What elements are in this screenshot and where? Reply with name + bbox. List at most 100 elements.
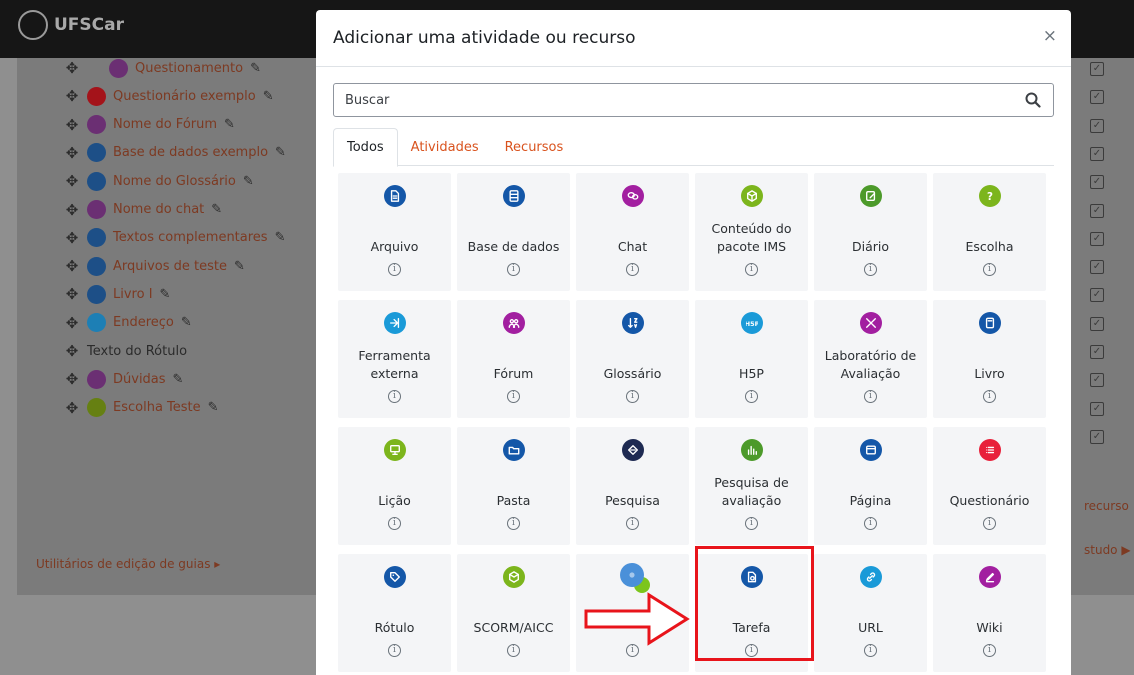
info-icon[interactable]: i	[507, 263, 520, 276]
activity-card-forum[interactable]: Fórum i	[457, 300, 570, 418]
course-item-label[interactable]: Endereço	[113, 315, 174, 330]
completion-checkbox[interactable]: ✓	[1090, 316, 1104, 331]
activity-card-questionario[interactable]: Questionário i	[933, 427, 1046, 545]
activity-card-ferramenta-externa[interactable]: Ferramenta externa i	[338, 300, 451, 418]
info-icon[interactable]: i	[983, 390, 996, 403]
move-icon[interactable]: ✥	[64, 399, 80, 417]
course-item[interactable]: ✥ Livro I ✎	[64, 282, 170, 306]
activity-card-rotulo[interactable]: Rótulo i	[338, 554, 451, 672]
guide-utilities-link[interactable]: Utilitários de edição de guias ▸	[36, 557, 220, 571]
completion-checkbox[interactable]: ✓	[1090, 203, 1104, 218]
info-icon[interactable]: i	[983, 644, 996, 657]
edit-pencil-icon[interactable]: ✎	[275, 145, 286, 160]
edit-pencil-icon[interactable]: ✎	[224, 117, 235, 132]
search-input[interactable]: Buscar	[333, 83, 1054, 117]
activity-card-laboratorio-de-avaliacao[interactable]: Laboratório de Avaliação i	[814, 300, 927, 418]
activity-card-pagina[interactable]: Página i	[814, 427, 927, 545]
activity-card-livro[interactable]: Livro i	[933, 300, 1046, 418]
edit-pencil-icon[interactable]: ✎	[211, 202, 222, 217]
course-item-label[interactable]: Nome do chat	[113, 202, 204, 217]
info-icon[interactable]: i	[626, 517, 639, 530]
info-icon[interactable]: i	[745, 517, 758, 530]
course-item-label[interactable]: Arquivos de teste	[113, 259, 227, 274]
activity-card-diario[interactable]: Diário i	[814, 173, 927, 291]
activity-card-escolha[interactable]: ? Escolha i	[933, 173, 1046, 291]
info-icon[interactable]: i	[745, 263, 758, 276]
completion-checkbox[interactable]: ✓	[1090, 90, 1104, 105]
info-icon[interactable]: i	[864, 517, 877, 530]
move-icon[interactable]: ✥	[64, 285, 80, 303]
info-icon[interactable]: i	[507, 517, 520, 530]
course-item[interactable]: ✥ Questionamento ✎	[64, 56, 261, 80]
info-icon[interactable]: i	[983, 517, 996, 530]
completion-checkbox[interactable]: ✓	[1090, 373, 1104, 388]
completion-checkbox[interactable]: ✓	[1090, 175, 1104, 190]
completion-checkbox[interactable]: ✓	[1090, 345, 1104, 359]
course-item-label[interactable]: Textos complementares	[113, 230, 268, 245]
edit-pencil-icon[interactable]: ✎	[243, 174, 254, 189]
course-item-label[interactable]: Questionário exemplo	[113, 89, 256, 104]
course-item[interactable]: ✥ Endereço ✎	[64, 311, 192, 335]
move-icon[interactable]: ✥	[64, 59, 80, 77]
study-link[interactable]: studo ▶	[1084, 543, 1131, 557]
activity-card-conteudo-do-pacote-ims[interactable]: Conteúdo do pacote IMS i	[695, 173, 808, 291]
course-item-label[interactable]: Base de dados exemplo	[113, 145, 268, 160]
course-item-label[interactable]: Livro I	[113, 287, 153, 302]
edit-pencil-icon[interactable]: ✎	[250, 61, 261, 76]
move-icon[interactable]: ✥	[64, 342, 80, 360]
course-item[interactable]: ✥ Arquivos de teste ✎	[64, 254, 245, 278]
edit-pencil-icon[interactable]: ✎	[173, 372, 184, 387]
activity-card-h5p[interactable]: H5P H5P i	[695, 300, 808, 418]
move-icon[interactable]: ✥	[64, 314, 80, 332]
completion-checkbox[interactable]: ✓	[1090, 146, 1104, 161]
course-item[interactable]: ✥ Base de dados exemplo ✎	[64, 141, 286, 165]
activity-card-base-de-dados[interactable]: Base de dados i	[457, 173, 570, 291]
activity-card-url[interactable]: URL i	[814, 554, 927, 672]
move-icon[interactable]: ✥	[64, 116, 80, 134]
completion-checkbox[interactable]: ✓	[1090, 62, 1104, 76]
activity-card-glossario[interactable]: Glossário i	[576, 300, 689, 418]
course-item[interactable]: ✥ Nome do Glossário ✎	[64, 169, 254, 193]
course-item[interactable]: ✥ Escolha Teste ✎	[64, 396, 219, 420]
completion-checkbox[interactable]: ✓	[1090, 118, 1104, 133]
tab-atividades[interactable]: Atividades	[398, 128, 492, 166]
activity-card-wiki[interactable]: Wiki i	[933, 554, 1046, 672]
tab-recursos[interactable]: Recursos	[492, 128, 577, 166]
info-icon[interactable]: i	[983, 263, 996, 276]
info-icon[interactable]: i	[507, 644, 520, 657]
move-icon[interactable]: ✥	[64, 257, 80, 275]
info-icon[interactable]: i	[745, 390, 758, 403]
course-item[interactable]: ✥ Questionário exemplo ✎	[64, 84, 274, 108]
course-item[interactable]: ✥ Nome do chat ✎	[64, 198, 222, 222]
course-item[interactable]: ✥ Dúvidas ✎	[64, 367, 183, 391]
course-item[interactable]: ✥ Textos complementares ✎	[64, 226, 285, 250]
course-item-label[interactable]: Texto do Rótulo	[87, 344, 187, 359]
move-icon[interactable]: ✥	[64, 172, 80, 190]
course-item[interactable]: ✥ Nome do Fórum ✎	[64, 113, 235, 137]
edit-pencil-icon[interactable]: ✎	[263, 89, 274, 104]
info-icon[interactable]: i	[388, 644, 401, 657]
completion-checkbox[interactable]: ✓	[1090, 401, 1104, 416]
activity-card-licao[interactable]: Lição i	[338, 427, 451, 545]
move-icon[interactable]: ✥	[64, 87, 80, 105]
completion-checkbox[interactable]: ✓	[1090, 231, 1104, 246]
info-icon[interactable]: i	[864, 644, 877, 657]
edit-pencil-icon[interactable]: ✎	[234, 259, 245, 274]
edit-pencil-icon[interactable]: ✎	[160, 287, 171, 302]
completion-checkbox[interactable]: ✓	[1090, 288, 1104, 303]
move-icon[interactable]: ✥	[64, 144, 80, 162]
info-icon[interactable]: i	[388, 517, 401, 530]
course-item-label[interactable]: Nome do Glossário	[113, 174, 236, 189]
activity-card-scorm-aicc[interactable]: SCORM/AICC i	[457, 554, 570, 672]
move-icon[interactable]: ✥	[64, 229, 80, 247]
activity-card-pesquisa-de-avaliacao[interactable]: Pesquisa de avaliação i	[695, 427, 808, 545]
info-icon[interactable]: i	[388, 263, 401, 276]
completion-checkbox[interactable]: ✓	[1090, 260, 1104, 275]
course-item-label[interactable]: Escolha Teste	[113, 400, 201, 415]
course-item-label[interactable]: Questionamento	[135, 61, 243, 76]
search-icon[interactable]	[1025, 92, 1041, 108]
add-resource-link[interactable]: recurso	[1084, 499, 1129, 513]
activity-card-arquivo[interactable]: Arquivo i	[338, 173, 451, 291]
close-icon[interactable]: ×	[1043, 26, 1057, 46]
course-item-label[interactable]: Dúvidas	[113, 372, 166, 387]
